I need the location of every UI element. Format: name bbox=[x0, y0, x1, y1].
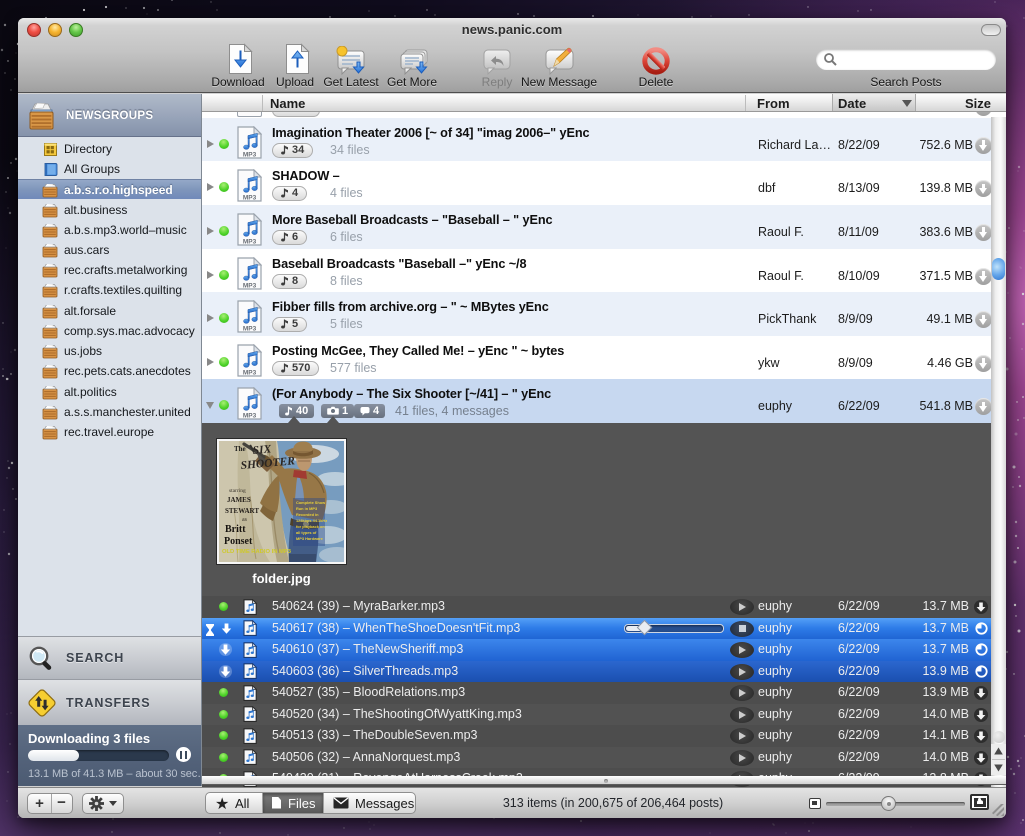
svg-text:MP3: MP3 bbox=[243, 369, 257, 376]
svg-text:MP3: MP3 bbox=[243, 195, 257, 202]
svg-text:MP3: MP3 bbox=[243, 413, 257, 420]
svg-text:MP3: MP3 bbox=[243, 238, 257, 245]
svg-text:MP3: MP3 bbox=[243, 326, 257, 333]
svg-text:MP3: MP3 bbox=[243, 282, 257, 289]
svg-text:MP3: MP3 bbox=[243, 151, 257, 158]
